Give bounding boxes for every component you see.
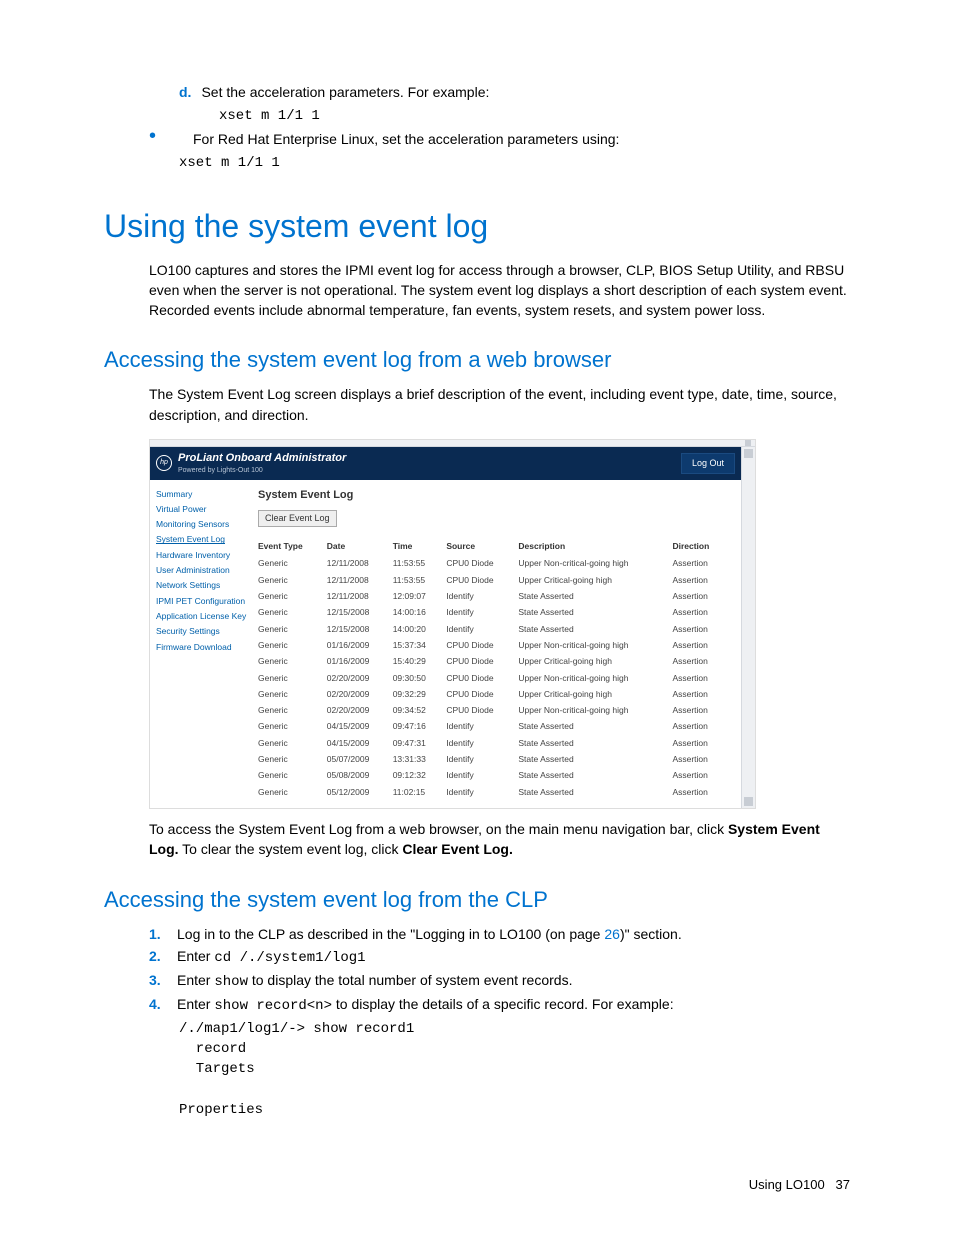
heading-2a: Accessing the system event log from a we… bbox=[104, 344, 850, 376]
bullet-rhel: • For Red Hat Enterprise Linux, set the … bbox=[149, 129, 850, 149]
nav-item[interactable]: Application License Key bbox=[156, 609, 248, 624]
table-row: Generic12/15/200814:00:16IdentifyState A… bbox=[258, 604, 731, 620]
code-block-record: /./map1/log1/-> show record1 record Targ… bbox=[179, 1019, 850, 1120]
paragraph-web: The System Event Log screen displays a b… bbox=[149, 384, 850, 425]
table-header: Event Type bbox=[258, 537, 327, 555]
nav-item[interactable]: Summary bbox=[156, 486, 248, 501]
hp-logo-icon: hp bbox=[156, 455, 172, 471]
page-footer: Using LO100 37 bbox=[749, 1176, 850, 1195]
table-row: Generic05/12/200911:02:15IdentifyState A… bbox=[258, 784, 731, 800]
substep-text: Set the acceleration parameters. For exa… bbox=[201, 82, 850, 102]
step-3: 3.Enter show to display the total number… bbox=[149, 970, 850, 992]
nav-item[interactable]: Hardware Inventory bbox=[156, 547, 248, 562]
clear-event-log-button[interactable]: Clear Event Log bbox=[258, 510, 337, 527]
table-row: Generic12/11/200812:09:07IdentifyState A… bbox=[258, 588, 731, 604]
heading-1: Using the system event log bbox=[104, 203, 850, 249]
table-header: Description bbox=[518, 537, 672, 555]
screenshot-nav: SummaryVirtual PowerMonitoring SensorsSy… bbox=[150, 480, 248, 808]
table-row: Generic04/15/200909:47:16IdentifyState A… bbox=[258, 718, 731, 734]
table-row: Generic02/20/200909:30:50CPU0 DiodeUpper… bbox=[258, 670, 731, 686]
table-header: Date bbox=[327, 537, 393, 555]
nav-item[interactable]: Monitoring Sensors bbox=[156, 517, 248, 532]
event-log-table: Event TypeDateTimeSourceDescriptionDirec… bbox=[258, 537, 731, 800]
nav-item[interactable]: User Administration bbox=[156, 563, 248, 578]
step-2: 2.Enter cd /./system1/log1 bbox=[149, 946, 850, 968]
code-xset-1: xset m 1/1 1 bbox=[219, 108, 320, 124]
table-row: Generic12/11/200811:53:55CPU0 DiodeUpper… bbox=[258, 572, 731, 588]
table-row: Generic01/16/200915:37:34CPU0 DiodeUpper… bbox=[258, 637, 731, 653]
table-row: Generic05/08/200909:12:32IdentifyState A… bbox=[258, 767, 731, 783]
table-row: Generic02/20/200909:32:29CPU0 DiodeUpper… bbox=[258, 686, 731, 702]
paragraph-instructions: To access the System Event Log from a we… bbox=[149, 819, 850, 860]
nav-item[interactable]: Security Settings bbox=[156, 624, 248, 639]
table-row: Generic12/15/200814:00:20IdentifyState A… bbox=[258, 621, 731, 637]
screenshot-window-chrome bbox=[150, 440, 755, 447]
substep-d: d. Set the acceleration parameters. For … bbox=[179, 82, 850, 102]
table-header: Direction bbox=[672, 537, 731, 555]
table-header: Source bbox=[446, 537, 518, 555]
nav-item[interactable]: Firmware Download bbox=[156, 639, 248, 654]
logout-button[interactable]: Log Out bbox=[681, 453, 735, 474]
screenshot-brand: ProLiant Onboard Administrator bbox=[178, 451, 346, 467]
page-link-26[interactable]: 26 bbox=[604, 926, 620, 942]
screenshot-header: hp ProLiant Onboard Administrator Powere… bbox=[150, 447, 741, 480]
step-1: 1.Log in to the CLP as described in the … bbox=[149, 924, 850, 944]
nav-item[interactable]: IPMI PET Configuration bbox=[156, 593, 248, 608]
bullet-icon: • bbox=[149, 129, 179, 143]
substep-label: d. bbox=[179, 82, 191, 102]
table-header: Time bbox=[393, 537, 447, 555]
paragraph-intro: LO100 captures and stores the IPMI event… bbox=[149, 260, 850, 321]
code-xset-2: xset m 1/1 1 bbox=[179, 155, 280, 171]
table-row: Generic04/15/200909:47:31IdentifyState A… bbox=[258, 735, 731, 751]
heading-2b: Accessing the system event log from the … bbox=[104, 884, 850, 916]
table-row: Generic12/11/200811:53:55CPU0 DiodeUpper… bbox=[258, 555, 731, 571]
scrollbar[interactable] bbox=[741, 447, 755, 808]
step-4: 4.Enter show record<n> to display the de… bbox=[149, 994, 850, 1016]
screenshot-event-log: hp ProLiant Onboard Administrator Powere… bbox=[149, 439, 756, 809]
screenshot-panel-title: System Event Log bbox=[258, 488, 731, 504]
table-row: Generic05/07/200913:31:33IdentifyState A… bbox=[258, 751, 731, 767]
screenshot-subtitle: Powered by Lights-Out 100 bbox=[178, 466, 346, 476]
bullet-text: For Red Hat Enterprise Linux, set the ac… bbox=[193, 129, 850, 149]
nav-item[interactable]: System Event Log bbox=[156, 532, 248, 547]
table-row: Generic02/20/200909:34:52CPU0 DiodeUpper… bbox=[258, 702, 731, 718]
nav-item[interactable]: Virtual Power bbox=[156, 501, 248, 516]
table-row: Generic01/16/200915:40:29CPU0 DiodeUpper… bbox=[258, 653, 731, 669]
nav-item[interactable]: Network Settings bbox=[156, 578, 248, 593]
